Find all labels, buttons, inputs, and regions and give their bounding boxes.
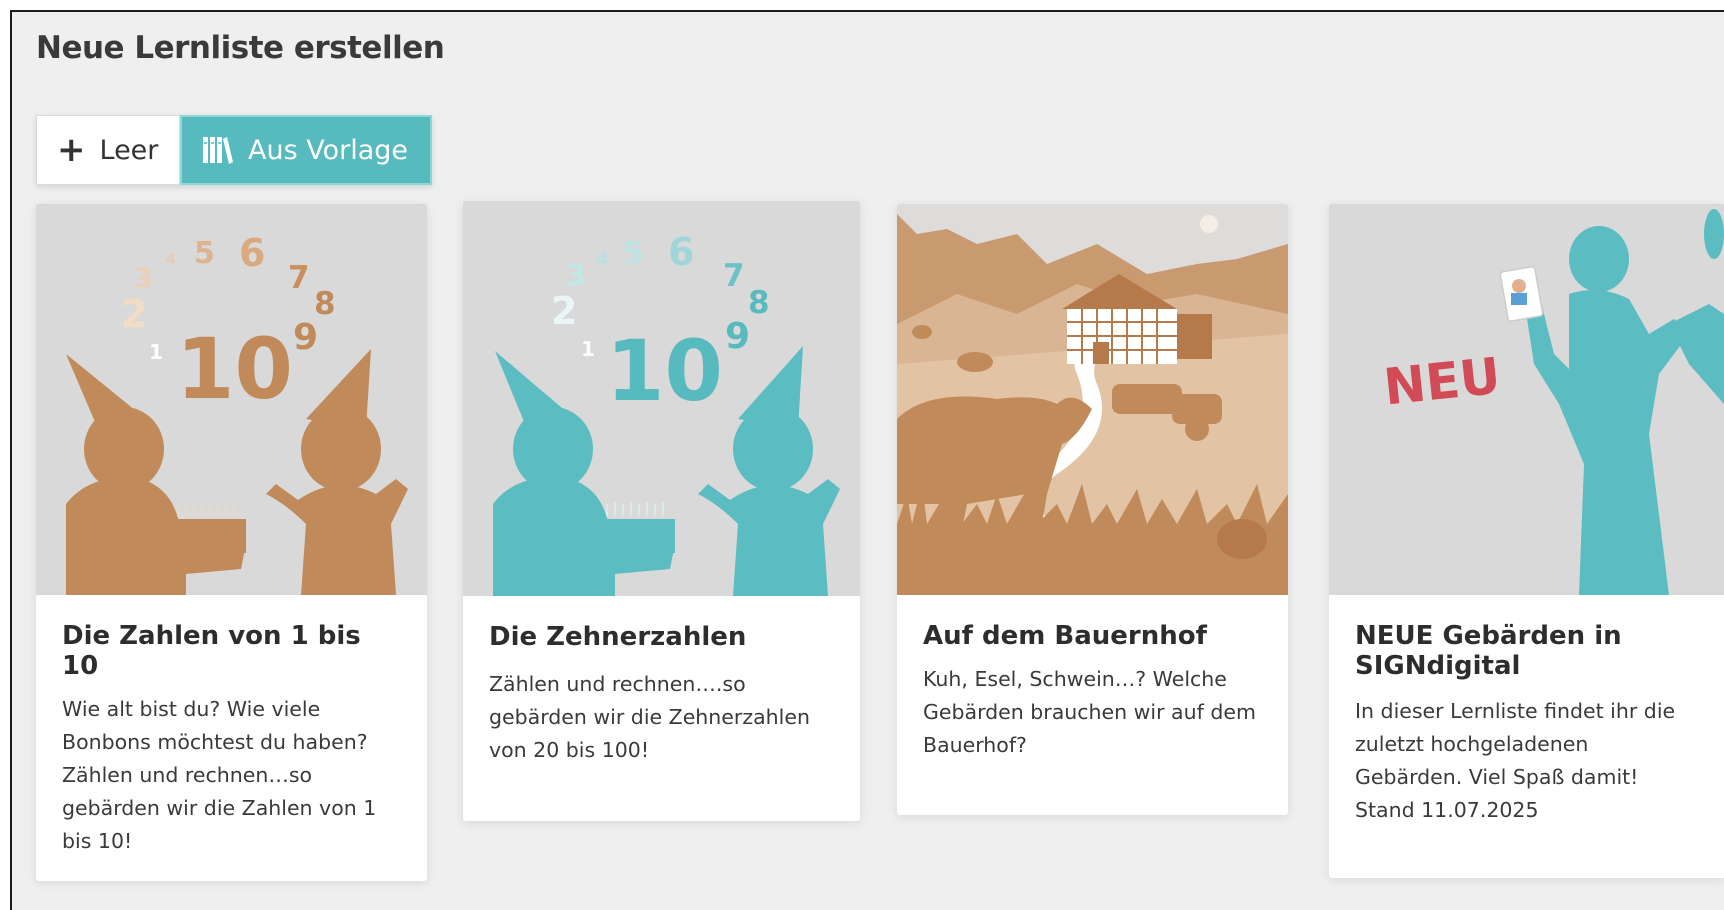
card-body: Die Zahlen von 1 bis 10 Wie alt bist du?… xyxy=(36,621,427,858)
number-6: 6 xyxy=(239,231,265,275)
card-image-neu-signer: NEU xyxy=(1329,204,1724,595)
aus-vorlage-label: Aus Vorlage xyxy=(248,134,409,166)
leer-button[interactable]: + Leer xyxy=(36,115,180,185)
number-1: 1 xyxy=(149,340,163,364)
number-4: 4 xyxy=(166,252,176,268)
number-3: 3 xyxy=(134,263,153,294)
number-8: 8 xyxy=(748,285,770,321)
template-card-neue-gebaerden[interactable]: NEU NEUE Gebärden in SIGNdigital In dies… xyxy=(1329,204,1724,878)
card-body: Auf dem Bauernhof Kuh, Esel, Schwein…? W… xyxy=(897,621,1288,762)
template-card-zehnerzahlen[interactable]: 1 2 3 4 5 6 7 8 9 10 Die Zehnerzahlen Zä… xyxy=(463,201,860,821)
card-body: Die Zehnerzahlen Zählen und rechnen….so … xyxy=(463,622,860,767)
number-6: 6 xyxy=(668,230,694,274)
aus-vorlage-button[interactable]: Aus Vorlage xyxy=(180,115,432,185)
number-5: 5 xyxy=(194,236,215,271)
number-2: 2 xyxy=(551,289,577,333)
page-title: Neue Lernliste erstellen xyxy=(36,30,445,66)
number-9: 9 xyxy=(293,317,318,358)
card-body: NEUE Gebärden in SIGNdigital In dieser L… xyxy=(1329,621,1724,827)
card-image-gnomes-brown: 1 2 3 4 5 6 7 8 9 10 xyxy=(36,204,427,595)
number-10: 10 xyxy=(606,322,723,420)
card-title: Die Zehnerzahlen xyxy=(489,622,747,652)
card-image-farm xyxy=(897,204,1288,595)
template-card-zahlen-1-10[interactable]: 1 2 3 4 5 6 7 8 9 10 Die Zahlen von 1 bi… xyxy=(36,204,427,881)
card-description: Kuh, Esel, Schwein…? Welche Gebärden bra… xyxy=(923,667,1256,757)
card-title: Auf dem Bauernhof xyxy=(923,621,1207,651)
library-icon xyxy=(203,137,233,164)
number-2: 2 xyxy=(121,292,147,336)
number-7: 7 xyxy=(723,258,745,294)
template-card-bauernhof[interactable]: Auf dem Bauernhof Kuh, Esel, Schwein…? W… xyxy=(897,204,1288,815)
mode-toggle: + Leer Aus Vorlage xyxy=(36,115,432,185)
neu-stamp: NEU xyxy=(1381,347,1503,417)
card-description: Zählen und rechnen….so gebärden wir die … xyxy=(489,672,810,762)
number-1: 1 xyxy=(581,337,595,361)
number-7: 7 xyxy=(288,260,310,296)
card-title: Die Zahlen von 1 bis 10 xyxy=(62,621,361,681)
card-description: Wie alt bist du? Wie viele Bonbons möcht… xyxy=(62,697,377,853)
plus-icon: + xyxy=(57,130,86,170)
number-3: 3 xyxy=(566,258,586,292)
card-image-gnomes-teal: 1 2 3 4 5 6 7 8 9 10 xyxy=(463,201,860,596)
card-title: NEUE Gebärden in SIGNdigital xyxy=(1355,621,1622,681)
number-10: 10 xyxy=(176,320,293,418)
number-5: 5 xyxy=(623,236,644,271)
leer-label: Leer xyxy=(99,134,159,166)
number-9: 9 xyxy=(725,316,750,357)
number-4: 4 xyxy=(596,249,609,270)
card-description: In dieser Lernliste findet ihr die zulet… xyxy=(1355,699,1676,822)
